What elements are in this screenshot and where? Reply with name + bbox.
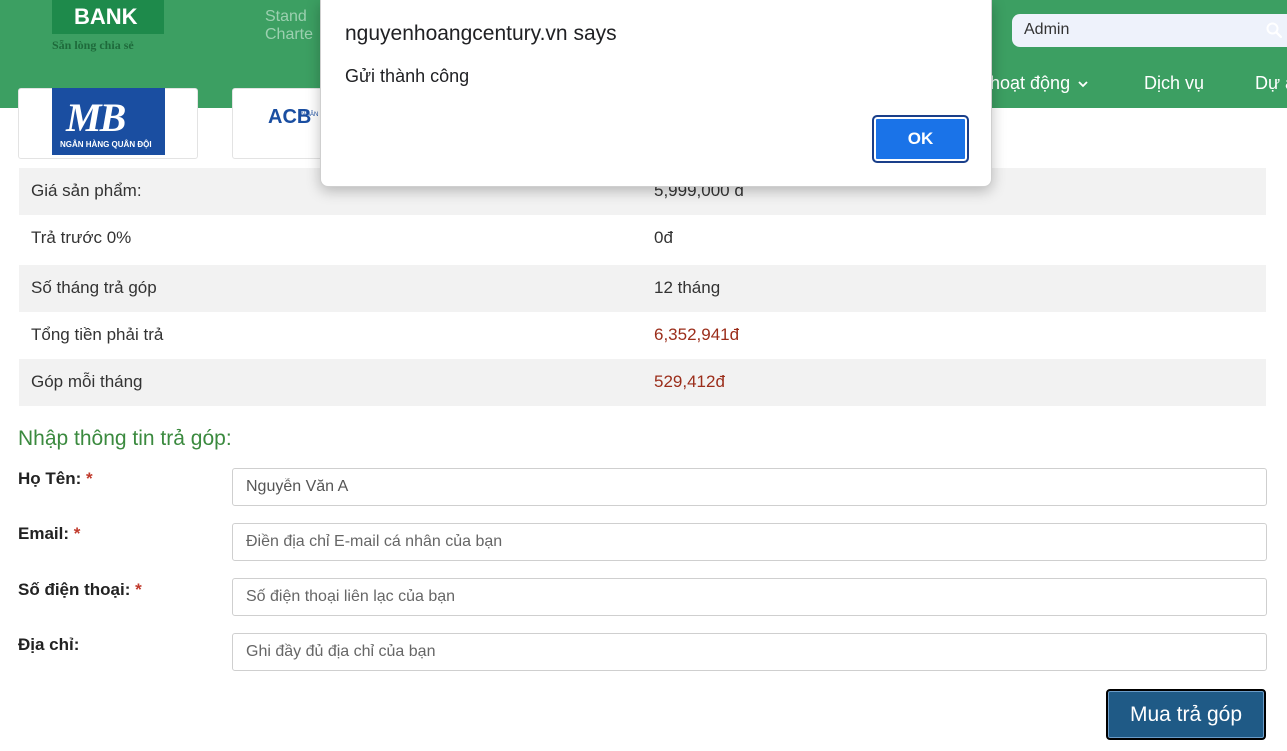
field-label-email: Email: * (18, 524, 80, 544)
nav-item-label: Dự á (1255, 73, 1287, 93)
required-mark: * (73, 524, 81, 543)
nav-item-services[interactable]: Dịch vụ (1144, 73, 1204, 94)
summary-value: 12 tháng (654, 278, 721, 297)
summary-value: 0đ (654, 228, 673, 247)
field-label-address: Địa chỉ: (18, 635, 79, 655)
dialog-title: nguyenhoangcentury.vn says (345, 22, 617, 45)
summary-value-monthly: 529,412đ (654, 372, 725, 391)
summary-row: Tổng tiền phải trả 6,352,941đ (19, 312, 1266, 359)
kienlong-logo-name: BANK (74, 4, 138, 29)
field-label-text: Địa chỉ: (18, 635, 80, 654)
dialog-message: Gửi thành công (345, 66, 470, 86)
field-label-text: Họ Tên: (18, 469, 82, 488)
standard-chartered-logo[interactable]: Stand Charte (265, 8, 313, 44)
kienlong-slogan: Sẵn lòng chia sẻ (52, 38, 134, 52)
full-name-input[interactable] (232, 468, 1267, 506)
phone-input[interactable] (232, 578, 1267, 616)
summary-row: Trả trước 0% 0đ (19, 215, 1266, 262)
acb-logo-small: NGÂN (301, 112, 319, 118)
field-label-text: Số điện thoại: (18, 580, 131, 599)
summary-label: Giá sản phẩm: (31, 181, 142, 200)
nav-item-label: Dịch vụ (1144, 73, 1205, 93)
summary-row: Góp mỗi tháng 529,412đ (19, 359, 1266, 406)
email-input[interactable] (232, 523, 1267, 561)
required-mark: * (86, 469, 93, 488)
summary-label: Số tháng trả góp (31, 278, 157, 297)
nav-item-activities[interactable]: hoạt động (990, 73, 1089, 94)
nav-item-label: hoạt động (990, 73, 1071, 93)
alert-dialog: nguyenhoangcentury.vn says Gửi thành côn… (320, 0, 992, 187)
field-label-text: Email: (18, 524, 70, 543)
standard-logo-line2: Charte (265, 26, 314, 43)
ok-button[interactable]: OK (872, 115, 969, 163)
field-label-name: Họ Tên: * (18, 469, 93, 489)
summary-label: Trả trước 0% (31, 228, 132, 247)
kienlong-logo-mark: BANK (52, 0, 164, 34)
nav-item-projects[interactable]: Dự á (1255, 73, 1287, 94)
required-mark: * (135, 580, 142, 599)
search-input[interactable] (1024, 19, 1254, 41)
mb-bank-logo: MB NGÂN HÀNG QUÂN ĐỘI (52, 88, 165, 155)
form-title: Nhập thông tin trả góp: (18, 427, 232, 450)
summary-row: Số tháng trả góp 12 tháng (19, 265, 1266, 312)
address-input[interactable] (232, 633, 1267, 671)
chevron-down-icon (1078, 81, 1088, 88)
buy-installment-button[interactable]: Mua trả góp (1106, 689, 1266, 740)
search-icon[interactable] (1265, 21, 1283, 39)
search-box[interactable] (1012, 14, 1287, 47)
standard-logo-line1: Stand (265, 8, 307, 25)
mb-logo-sub: NGÂN HÀNG QUÂN ĐỘI (60, 140, 152, 149)
kienlong-bank-logo[interactable]: BANK Sẵn lòng chia sẻ (52, 0, 166, 58)
mb-logo-name: MB (66, 95, 126, 140)
summary-value-total: 6,352,941đ (654, 325, 740, 344)
field-label-phone: Số điện thoại: * (18, 580, 142, 600)
summary-label: Góp mỗi tháng (31, 372, 143, 391)
summary-label: Tổng tiền phải trả (31, 325, 164, 344)
